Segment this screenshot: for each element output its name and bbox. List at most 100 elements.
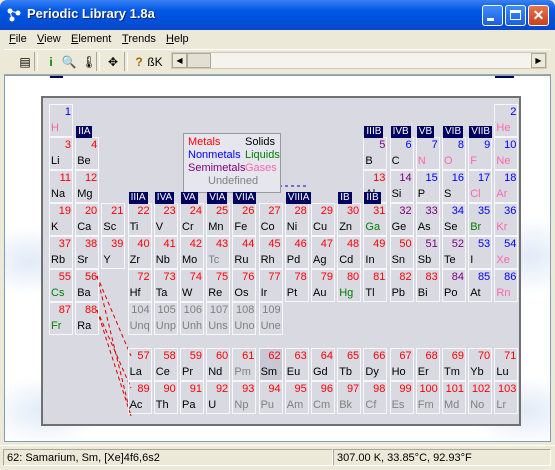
element-cell-nb[interactable]: 41 Nb — [153, 236, 178, 269]
element-cell-ar[interactable]: 18 Ar — [494, 170, 519, 203]
element-cell-fm[interactable]: 100 Fm — [415, 381, 440, 414]
scroll-thumb[interactable] — [187, 53, 211, 68]
element-cell-cf[interactable]: 98 Cf — [363, 381, 388, 414]
element-cell-ga[interactable]: 31 Ga — [363, 203, 388, 236]
element-cell-md[interactable]: 101 Md — [442, 381, 466, 414]
element-cell-es[interactable]: 99 Es — [389, 381, 414, 414]
element-cell-ne[interactable]: 10 Ne — [494, 137, 519, 170]
element-cell-pa[interactable]: 91 Pa — [180, 381, 204, 414]
element-cell-ru[interactable]: 44 Ru — [232, 236, 257, 269]
element-cell-ra[interactable]: 88 Ra — [75, 302, 100, 335]
element-cell-as[interactable]: 33 As — [415, 203, 440, 236]
element-cell-cd[interactable]: 48 Cd — [337, 236, 362, 269]
kelvin-button[interactable]: ßK — [146, 53, 164, 71]
element-cell-cm[interactable]: 96 Cm — [311, 381, 335, 414]
element-cell-ac[interactable]: 89 Ac — [127, 381, 152, 414]
element-cell-re[interactable]: 75 Re — [206, 269, 231, 302]
element-cell-po[interactable]: 84 Po — [442, 269, 466, 302]
element-cell-ge[interactable]: 32 Ge — [389, 203, 414, 236]
element-cell-uno[interactable]: 108 Uno — [232, 302, 257, 335]
element-cell-at[interactable]: 85 At — [468, 269, 493, 302]
properties-button[interactable]: ▤ — [16, 53, 34, 71]
element-cell-co[interactable]: 27 Co — [258, 203, 283, 236]
element-cell-zn[interactable]: 30 Zn — [337, 203, 362, 236]
element-cell-mg[interactable]: 12 Mg — [75, 170, 100, 203]
title-bar[interactable]: Periodic Library 1.8a ✕ — [0, 0, 555, 30]
element-cell-y[interactable]: 39 Y — [101, 236, 126, 269]
element-cell-rb[interactable]: 37 Rb — [49, 236, 73, 269]
element-cell-au[interactable]: 79 Au — [311, 269, 335, 302]
element-cell-te[interactable]: 52 Te — [442, 236, 466, 269]
element-cell-s[interactable]: 16 S — [442, 170, 466, 203]
menu-trends[interactable]: Trends — [122, 33, 156, 45]
element-cell-mo[interactable]: 42 Mo — [180, 236, 204, 269]
element-cell-no[interactable]: 102 No — [468, 381, 493, 414]
element-cell-ir[interactable]: 77 Ir — [258, 269, 283, 302]
element-cell-ni[interactable]: 28 Ni — [284, 203, 309, 236]
element-cell-li[interactable]: 3 Li — [49, 137, 73, 170]
element-cell-kr[interactable]: 36 Kr — [494, 203, 519, 236]
element-cell-pd[interactable]: 46 Pd — [284, 236, 309, 269]
element-cell-mn[interactable]: 25 Mn — [206, 203, 231, 236]
element-cell-hg[interactable]: 80 Hg — [337, 269, 362, 302]
element-cell-k[interactable]: 19 K — [49, 203, 73, 236]
element-cell-pr[interactable]: 59 Pr — [180, 348, 204, 381]
element-cell-cr[interactable]: 24 Cr — [180, 203, 204, 236]
menu-help[interactable]: Help — [166, 33, 189, 45]
scroll-left-button[interactable]: ◀ — [172, 53, 187, 68]
element-cell-pb[interactable]: 82 Pb — [389, 269, 414, 302]
element-cell-th[interactable]: 90 Th — [153, 381, 178, 414]
horizontal-scrollbar[interactable]: ◀ ▶ — [171, 52, 547, 69]
element-cell-zr[interactable]: 40 Zr — [127, 236, 152, 269]
element-cell-la[interactable]: 57 La — [127, 348, 152, 381]
element-cell-ho[interactable]: 67 Ho — [389, 348, 414, 381]
element-cell-lu[interactable]: 71 Lu — [494, 348, 519, 381]
element-cell-se[interactable]: 34 Se — [442, 203, 466, 236]
element-cell-np[interactable]: 93 Np — [232, 381, 257, 414]
element-cell-tm[interactable]: 69 Tm — [442, 348, 466, 381]
element-cell-h[interactable]: 1H — [49, 104, 73, 137]
element-cell-eu[interactable]: 63 Eu — [284, 348, 309, 381]
element-cell-er[interactable]: 68 Er — [415, 348, 440, 381]
element-cell-rh[interactable]: 45 Rh — [258, 236, 283, 269]
scroll-right-button[interactable]: ▶ — [531, 53, 546, 68]
element-cell-be[interactable]: 4 Be — [75, 137, 100, 170]
menu-file[interactable]: File — [9, 33, 27, 45]
element-cell-p[interactable]: 15 P — [415, 170, 440, 203]
element-cell-br[interactable]: 35 Br — [468, 203, 493, 236]
element-cell-pu[interactable]: 94 Pu — [258, 381, 283, 414]
element-cell-sn[interactable]: 50 Sn — [389, 236, 414, 269]
element-cell-ca[interactable]: 20 Ca — [75, 203, 100, 236]
element-cell-ti[interactable]: 22 Ti — [127, 203, 152, 236]
element-cell-unp[interactable]: 105 Unp — [153, 302, 178, 335]
element-cell-cl[interactable]: 17 Cl — [468, 170, 493, 203]
element-cell-he[interactable]: 2 He — [494, 104, 519, 137]
element-cell-uns[interactable]: 107 Uns — [206, 302, 231, 335]
element-cell-am[interactable]: 95 Am — [284, 381, 309, 414]
element-cell-unq[interactable]: 104 Unq — [127, 302, 152, 335]
element-cell-w[interactable]: 74 W — [180, 269, 204, 302]
menu-view[interactable]: View — [37, 33, 61, 45]
element-cell-lr[interactable]: 103 Lr — [494, 381, 519, 414]
element-cell-ta[interactable]: 73 Ta — [153, 269, 178, 302]
element-cell-rn[interactable]: 86 Rn — [494, 269, 519, 302]
element-cell-o[interactable]: 8O — [442, 137, 466, 170]
element-cell-cu[interactable]: 29 Cu — [311, 203, 335, 236]
element-cell-na[interactable]: 11 Na — [49, 170, 73, 203]
element-cell-c[interactable]: 6C — [389, 137, 414, 170]
info-button[interactable]: i — [42, 53, 60, 71]
menu-element[interactable]: Element — [71, 33, 111, 45]
element-cell-bi[interactable]: 83 Bi — [415, 269, 440, 302]
element-cell-yb[interactable]: 70 Yb — [468, 348, 493, 381]
element-cell-os[interactable]: 76 Os — [232, 269, 257, 302]
element-cell-n[interactable]: 7N — [415, 137, 440, 170]
element-cell-nd[interactable]: 60 Nd — [206, 348, 231, 381]
element-cell-ce[interactable]: 58 Ce — [153, 348, 178, 381]
element-cell-in[interactable]: 49 In — [363, 236, 388, 269]
element-cell-unh[interactable]: 106 Unh — [180, 302, 204, 335]
element-cell-sm[interactable]: 62 Sm — [258, 348, 283, 381]
element-cell-xe[interactable]: 54 Xe — [494, 236, 519, 269]
element-cell-hf[interactable]: 72 Hf — [127, 269, 152, 302]
element-cell-une[interactable]: 109 Une — [258, 302, 283, 335]
element-cell-gd[interactable]: 64 Gd — [311, 348, 335, 381]
